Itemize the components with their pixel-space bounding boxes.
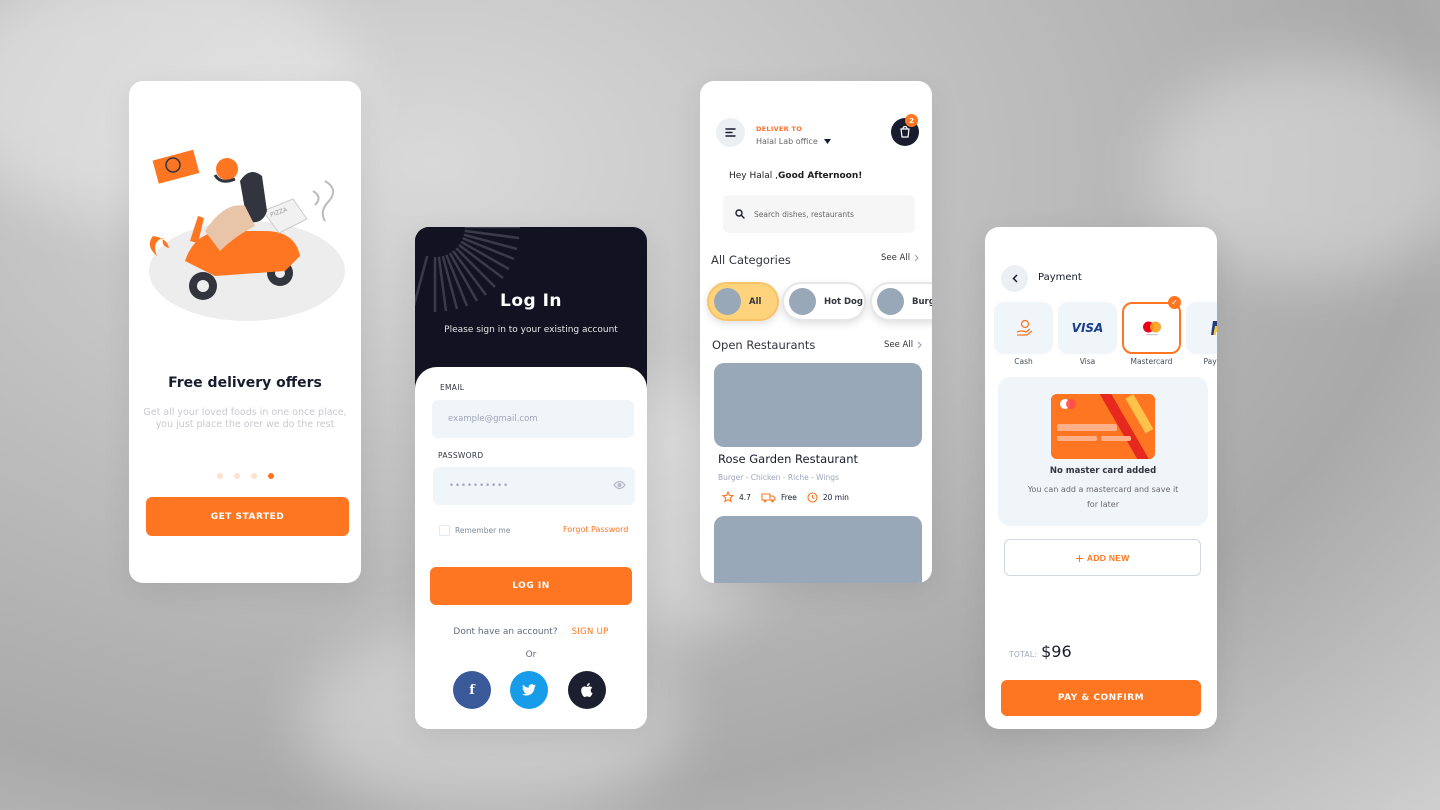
delivery-scooter-illustration: PIZZA bbox=[149, 149, 345, 321]
total-label: TOTAL: bbox=[1009, 650, 1038, 659]
chevron-left-icon bbox=[1011, 274, 1018, 283]
payment-title: Payment bbox=[1038, 272, 1082, 283]
visa-logo: VISA bbox=[1071, 321, 1104, 335]
open-restaurants-title: Open Restaurants bbox=[712, 338, 816, 352]
password-value: •••••••••• bbox=[449, 481, 510, 491]
payment-method-cash[interactable] bbox=[994, 302, 1053, 354]
home-screen: DELIVER TO Halal Lab office 2 Hey Halal … bbox=[700, 81, 932, 583]
password-field[interactable]: •••••••••• bbox=[433, 467, 635, 505]
onboarding-title: Free delivery offers bbox=[168, 375, 322, 391]
no-account-text: Dont have an account? bbox=[453, 627, 558, 637]
delivery-truck-icon bbox=[761, 492, 776, 502]
mastercard-icon bbox=[1142, 321, 1161, 336]
email-field[interactable]: example@gmail.com bbox=[432, 400, 634, 438]
pagination-dots bbox=[129, 473, 361, 479]
restaurant-meta: 4.7 Free 20 min bbox=[722, 491, 849, 503]
category-label: Hot Dog bbox=[824, 296, 863, 307]
payment-method-mastercard[interactable] bbox=[1122, 302, 1181, 354]
onboarding-description: Get all your loved foods in one once pla… bbox=[143, 407, 347, 430]
remember-label: Remember me bbox=[455, 526, 511, 535]
restaurant-tags: Burger - Chicken - Riche - Wings bbox=[718, 473, 839, 482]
apple-icon[interactable] bbox=[568, 671, 606, 709]
see-all-label: See All bbox=[884, 340, 914, 350]
category-label: Burger bbox=[912, 296, 932, 307]
delivery-time: 20 min bbox=[822, 492, 849, 502]
restaurant-image[interactable] bbox=[714, 363, 922, 447]
email-label: EMAIL bbox=[440, 383, 465, 392]
payment-screen: Payment Cash VISA Visa Mastercard ✓ PayP… bbox=[985, 227, 1217, 729]
search-placeholder: Search dishes, restaurants bbox=[754, 209, 854, 219]
greeting-bold: Good Afternoon! bbox=[778, 171, 863, 181]
category-image bbox=[877, 288, 904, 315]
see-all-label: See All bbox=[881, 253, 911, 263]
payment-method-label: Cash bbox=[1014, 357, 1033, 366]
caret-down-icon bbox=[823, 139, 831, 144]
cash-icon bbox=[1016, 319, 1032, 336]
order-total: TOTAL: $96 bbox=[1009, 642, 1072, 661]
delivery-fee: Free bbox=[780, 492, 797, 502]
or-divider: Or bbox=[525, 650, 537, 660]
rating: 4.7 bbox=[739, 492, 751, 502]
payment-method-paypal[interactable] bbox=[1186, 302, 1217, 354]
pay-confirm-button[interactable]: PAY & CONFIRM bbox=[1001, 680, 1201, 716]
chevron-right-icon bbox=[914, 254, 919, 262]
chevron-right-icon bbox=[917, 341, 922, 349]
signup-prompt: Dont have an account? SIGN UP bbox=[415, 627, 647, 637]
page-dot[interactable] bbox=[233, 473, 240, 479]
payment-method-label: Visa bbox=[1079, 357, 1096, 366]
menu-icon[interactable] bbox=[716, 118, 745, 147]
forgot-password-link[interactable]: Forgot Password bbox=[563, 525, 628, 534]
category-chip-hot-dog[interactable]: Hot Dog bbox=[782, 282, 866, 321]
paypal-icon bbox=[1210, 321, 1217, 335]
add-new-card-button[interactable]: + ADD NEW bbox=[1004, 539, 1201, 576]
add-new-label: ADD NEW bbox=[1086, 552, 1130, 563]
twitter-icon[interactable] bbox=[510, 671, 548, 709]
login-button[interactable]: LOG IN bbox=[430, 567, 632, 605]
login-subtitle: Please sign in to your existing account bbox=[444, 325, 618, 335]
search-input[interactable]: Search dishes, restaurants bbox=[723, 195, 915, 233]
see-all-restaurants-link[interactable]: See All bbox=[884, 340, 922, 350]
page-dot-active[interactable] bbox=[267, 473, 274, 479]
category-image bbox=[714, 288, 741, 315]
total-value: $96 bbox=[1041, 642, 1072, 661]
login-screen: Log In Please sign in to your existing a… bbox=[415, 227, 647, 729]
search-icon bbox=[735, 209, 745, 219]
plus-icon: + bbox=[1075, 549, 1084, 566]
category-image bbox=[789, 288, 816, 315]
empty-state-title: No master card added bbox=[1049, 466, 1157, 476]
remember-checkbox[interactable] bbox=[439, 525, 450, 536]
page-dot[interactable] bbox=[250, 473, 257, 479]
greeting-prefix: Hey Halal , bbox=[729, 171, 779, 181]
password-label: PASSWORD bbox=[438, 451, 484, 460]
categories-title: All Categories bbox=[711, 253, 791, 267]
signup-link[interactable]: SIGN UP bbox=[572, 627, 609, 637]
see-all-categories-link[interactable]: See All bbox=[881, 253, 919, 263]
payment-method-label: Mastercard bbox=[1130, 357, 1173, 366]
payment-method-visa[interactable]: VISA bbox=[1058, 302, 1117, 354]
greeting: Hey Halal ,Good Afternoon! bbox=[729, 171, 862, 181]
payment-method-label: PayPal bbox=[1203, 357, 1217, 366]
restaurant-image[interactable] bbox=[714, 516, 922, 583]
clock-icon bbox=[807, 491, 818, 503]
checkmark-icon: ✓ bbox=[1168, 296, 1181, 309]
login-title: Log In bbox=[499, 291, 563, 311]
category-chip-burger[interactable]: Burger bbox=[870, 282, 932, 321]
star-icon bbox=[722, 491, 734, 503]
onboarding-screen: PIZZA Free delivery offers Get all your … bbox=[129, 81, 361, 583]
location-name: Halal Lab office bbox=[756, 137, 818, 146]
deliver-to-label: DELIVER TO bbox=[756, 125, 803, 133]
remember-me[interactable]: Remember me bbox=[439, 525, 510, 536]
category-chip-all[interactable]: All bbox=[707, 282, 779, 321]
restaurant-name[interactable]: Rose Garden Restaurant bbox=[718, 452, 858, 466]
location-selector[interactable]: Halal Lab office bbox=[756, 137, 831, 146]
eye-icon[interactable] bbox=[613, 480, 626, 490]
cart-count-badge: 2 bbox=[905, 114, 918, 127]
category-label: All bbox=[749, 296, 762, 307]
empty-state-description: You can add a mastercard and save it for… bbox=[1027, 485, 1179, 509]
get-started-button[interactable]: GET STARTED bbox=[146, 497, 349, 536]
credit-card-illustration bbox=[1051, 394, 1155, 459]
page-dot[interactable] bbox=[216, 473, 223, 479]
facebook-icon[interactable]: f bbox=[453, 671, 491, 709]
back-button[interactable] bbox=[1001, 265, 1028, 292]
